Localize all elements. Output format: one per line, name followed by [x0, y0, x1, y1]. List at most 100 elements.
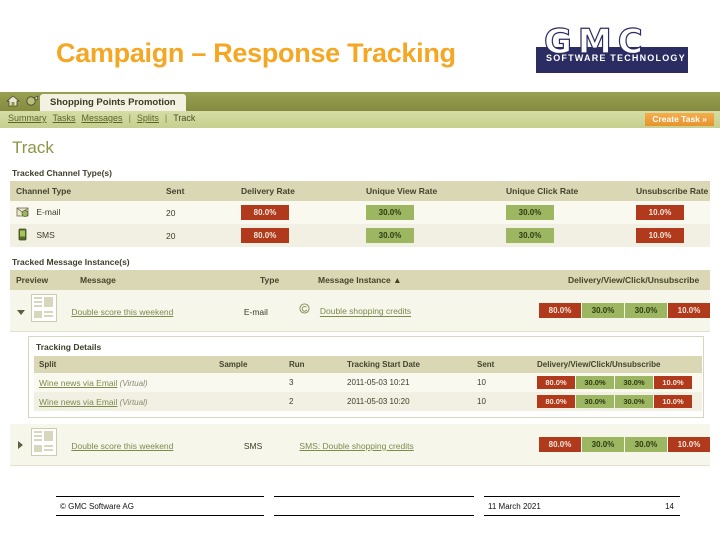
stats-cell: 80.0% 30.0% 30.0% 10.0%: [538, 303, 710, 318]
message-instance-row-expanded[interactable]: Double score this weekend E-mail Double …: [10, 290, 710, 332]
split-link[interactable]: Wine news via Email: [39, 397, 117, 407]
nav-item-track[interactable]: Track: [173, 113, 195, 123]
nav-item-tasks[interactable]: Tasks: [53, 113, 76, 123]
cell-run: 2: [284, 392, 342, 411]
home-icon[interactable]: [6, 94, 20, 108]
channel-type-table: Channel Type Sent Delivery Rate Unique V…: [10, 181, 710, 247]
view-badge: 30.0%: [581, 303, 624, 318]
unsubscribe-badge: 10.0%: [667, 437, 710, 452]
click-badge: 30.0%: [615, 376, 653, 389]
col-unsubscribe-rate[interactable]: Unsubscribe Rate: [630, 181, 710, 201]
cell-unsubscribe-rate: 10.0%: [630, 201, 710, 224]
cell-sample: [214, 373, 284, 392]
create-task-button[interactable]: Create Task »: [645, 113, 714, 126]
view-badge: 30.0%: [576, 376, 614, 389]
cell-delivery-rate: 80.0%: [235, 224, 360, 247]
tracking-details-title: Tracking Details: [36, 342, 102, 352]
preview-cell: [31, 428, 71, 461]
logo-letters: GMC: [543, 21, 649, 62]
footer-copyright: © GMC Software AG: [56, 496, 264, 516]
delivery-badge: 80.0%: [538, 303, 581, 318]
col-delivery-rate[interactable]: Delivery Rate: [235, 181, 360, 201]
triangle-down-icon[interactable]: [16, 309, 25, 315]
message-instance-link[interactable]: SMS: Double shopping credits: [299, 441, 413, 451]
cell-channel-type: E-mail: [10, 201, 160, 224]
tab-shopping-points-promotion[interactable]: Shopping Points Promotion: [40, 94, 186, 111]
slide-footer: © GMC Software AG 11 March 2021 14: [0, 496, 720, 532]
instance-cell: SMS: Double shopping credits: [299, 436, 539, 454]
cell-start-date: 2011-05-03 10:20: [342, 392, 472, 411]
cell-channel-type: SMS: [10, 224, 160, 247]
type-label: E-mail: [243, 306, 268, 317]
col-tracking-start-date[interactable]: Tracking Start Date: [342, 356, 472, 373]
type-cell: SMS: [244, 436, 300, 454]
nav-item-splits[interactable]: Splits: [137, 113, 159, 123]
cell-unique-view-rate: 30.0%: [360, 201, 500, 224]
col-split[interactable]: Split: [34, 356, 214, 373]
footer-date-page: 11 March 2021 14: [484, 496, 680, 516]
tracking-details-panel: Tracking Details Split Sample Run Tracki…: [28, 336, 704, 418]
campaign-icon[interactable]: [25, 94, 39, 108]
message-instance-row-collapsed[interactable]: Double score this weekend SMS SMS: Doubl…: [10, 424, 710, 466]
nav-item-summary[interactable]: Summary: [8, 113, 47, 123]
table-header-row: Preview Message Type Message Instance ▲ …: [10, 270, 710, 290]
instance-cell: Double shopping credits: [299, 301, 539, 319]
click-badge: 30.0%: [624, 437, 667, 452]
col-sent[interactable]: Sent: [472, 356, 532, 373]
col-sample[interactable]: Sample: [214, 356, 284, 373]
message-instance-link[interactable]: Double shopping credits: [320, 307, 411, 317]
document-preview-icon[interactable]: [31, 428, 58, 456]
toolbar: Shopping Points Promotion: [0, 92, 720, 111]
cell-sample: [214, 392, 284, 411]
view-badge: 30.0%: [576, 395, 614, 408]
table-row[interactable]: E-mail 20 80.0% 30.0% 30.0% 10.0%: [10, 201, 710, 224]
triangle-right-icon[interactable]: [18, 440, 24, 449]
cell-start-date: 2011-05-03 10:21: [342, 373, 472, 392]
unsubscribe-badge: 10.0%: [654, 376, 692, 389]
col-preview[interactable]: Preview: [10, 270, 74, 290]
view-badge: 30.0%: [581, 437, 624, 452]
col-type[interactable]: Type: [254, 270, 312, 290]
channel-label: E-mail: [36, 206, 61, 217]
unique-click-rate-badge: 30.0%: [506, 228, 554, 243]
message-instance-header-table: Preview Message Type Message Instance ▲ …: [10, 270, 710, 290]
col-run[interactable]: Run: [284, 356, 342, 373]
col-message-instance[interactable]: Message Instance ▲: [312, 270, 562, 290]
email-icon: [299, 301, 310, 319]
nav-item-messages[interactable]: Messages: [82, 113, 123, 123]
col-delivery-view-click-unsubscribe[interactable]: Delivery/View/Click/Unsubscribe: [562, 270, 710, 290]
unique-click-rate-badge: 30.0%: [506, 205, 554, 220]
table-header-row: Split Sample Run Tracking Start Date Sen…: [34, 356, 702, 373]
document-preview-icon[interactable]: [31, 294, 58, 322]
message-link[interactable]: Double score this weekend: [71, 307, 173, 317]
footer-middle: [274, 496, 474, 516]
col-channel-type[interactable]: Channel Type: [10, 181, 160, 201]
cell-split: Wine news via Email (Virtual): [34, 373, 214, 392]
stats-badge-group: 80.0% 30.0% 30.0% 10.0%: [538, 303, 710, 318]
col-unique-view-rate[interactable]: Unique View Rate: [360, 181, 500, 201]
col-message[interactable]: Message: [74, 270, 254, 290]
split-link[interactable]: Wine news via Email: [39, 378, 117, 388]
message-link[interactable]: Double score this weekend: [71, 441, 173, 451]
nav-separator-1: |: [128, 113, 131, 123]
type-label: SMS: [243, 440, 263, 451]
cell-sent: 10: [472, 392, 532, 411]
col-sent[interactable]: Sent: [160, 181, 235, 201]
table-row[interactable]: SMS 20 80.0% 30.0% 30.0% 10.0%: [10, 224, 710, 247]
footer-page-number: 14: [665, 502, 674, 511]
expander-cell: [10, 302, 31, 320]
table-row[interactable]: Wine news via Email (Virtual) 2 2011-05-…: [34, 392, 702, 411]
table-row[interactable]: Wine news via Email (Virtual) 3 2011-05-…: [34, 373, 702, 392]
cell-unique-view-rate: 30.0%: [360, 224, 500, 247]
cell-sent: 20: [160, 201, 235, 224]
col-unique-click-rate[interactable]: Unique Click Rate: [500, 181, 630, 201]
cell-unsubscribe-rate: 10.0%: [630, 224, 710, 247]
cell-unique-click-rate: 30.0%: [500, 224, 630, 247]
type-cell: E-mail: [244, 302, 300, 320]
col-delivery-view-click-unsubscribe[interactable]: Delivery/View/Click/Unsubscribe: [532, 356, 702, 373]
delivery-badge: 80.0%: [537, 376, 575, 389]
cell-stats: 80.0% 30.0% 30.0% 10.0%: [532, 392, 702, 411]
delivery-badge: 80.0%: [537, 395, 575, 408]
cell-split: Wine news via Email (Virtual): [34, 392, 214, 411]
main-content: Track Tracked Channel Type(s) Channel Ty…: [0, 128, 720, 488]
